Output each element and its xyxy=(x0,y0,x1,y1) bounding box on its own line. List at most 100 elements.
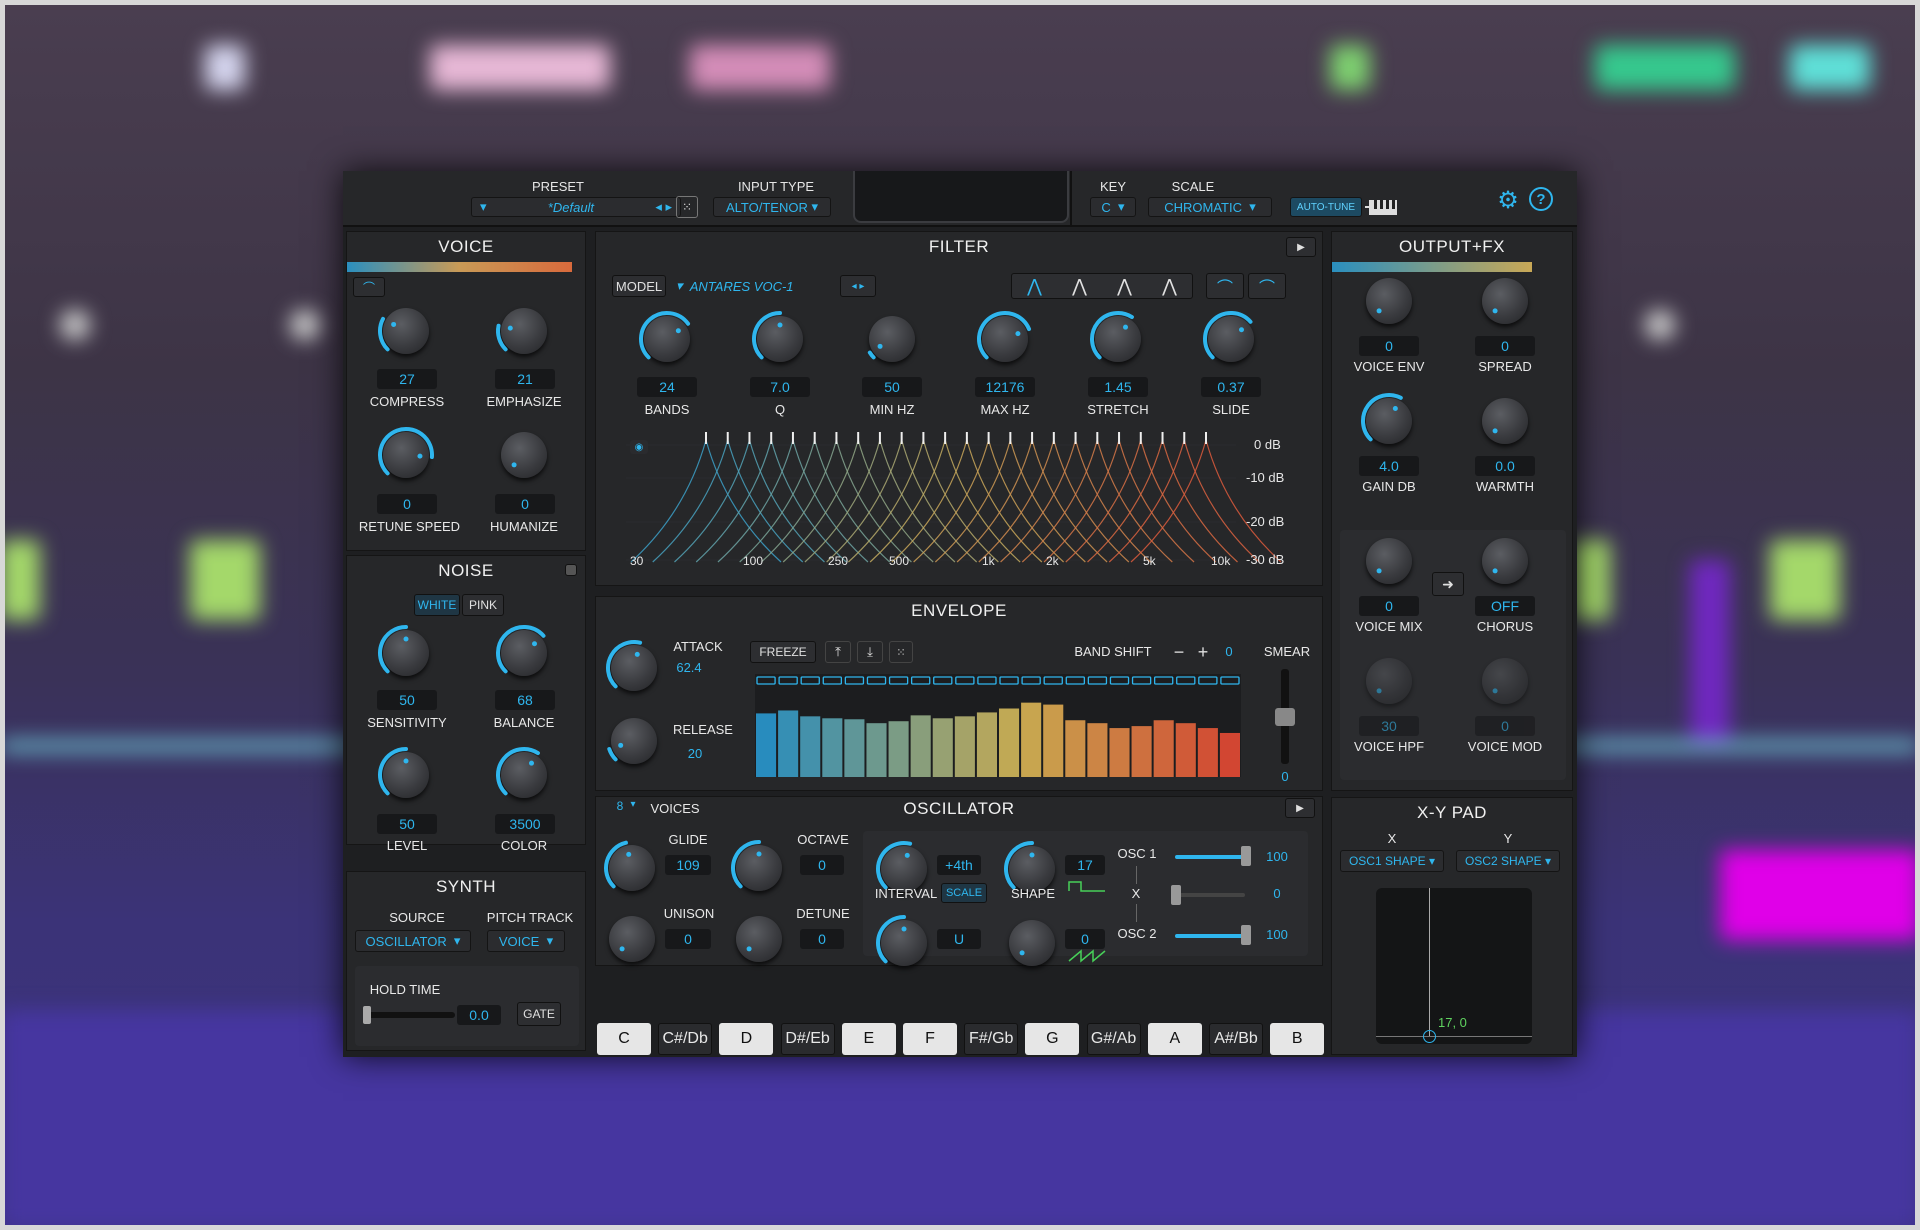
key-e[interactable]: E xyxy=(841,1023,896,1055)
unison-value[interactable]: 0 xyxy=(665,929,711,949)
filter-response-graph[interactable]: ◉ 0 dB -10 dB -20 dB -30 dB 30 100 250 5… xyxy=(626,432,1296,574)
voice-env-value[interactable]: 0 xyxy=(1359,336,1419,356)
balance-value[interactable]: 68 xyxy=(495,690,555,710)
xy-y-dropdown[interactable]: OSC2 SHAPE ▾ xyxy=(1456,850,1560,872)
interval-value[interactable]: +4th xyxy=(937,855,981,875)
interval-knob-2[interactable] xyxy=(875,914,933,972)
key-b[interactable]: B xyxy=(1270,1023,1325,1055)
osc1-value[interactable]: 100 xyxy=(1257,849,1297,864)
min-hz-value[interactable]: 50 xyxy=(862,377,922,397)
hold-time-slider-handle[interactable] xyxy=(363,1006,371,1024)
key-d[interactable]: D xyxy=(719,1023,774,1055)
x-mix-slider[interactable] xyxy=(1171,893,1245,897)
humanize-value[interactable]: 0 xyxy=(495,494,555,514)
attack-knob[interactable] xyxy=(605,639,663,697)
emphasize-knob[interactable] xyxy=(495,302,553,360)
release-value[interactable]: 20 xyxy=(675,746,715,761)
auto-tune-button[interactable]: AUTO-TUNE xyxy=(1290,197,1362,217)
highpass-icon[interactable]: ⌒ xyxy=(1248,273,1286,299)
osc2-value[interactable]: 100 xyxy=(1257,927,1297,942)
freeze-button[interactable]: FREEZE xyxy=(750,641,816,663)
smear-slider-handle[interactable] xyxy=(1275,708,1295,726)
voice-mod-value[interactable]: 0 xyxy=(1475,716,1535,736)
filter-shape-buttons[interactable]: ⋀ ⋀ ⋀ ⋀ xyxy=(1011,273,1193,299)
download-icon[interactable]: ⤓ xyxy=(857,641,883,663)
graph-eye-icon[interactable]: ◉ xyxy=(630,440,648,454)
voice-mix-knob[interactable] xyxy=(1360,532,1418,590)
gain-db-value[interactable]: 4.0 xyxy=(1359,456,1419,476)
color-value[interactable]: 3500 xyxy=(495,814,555,834)
preset-selector[interactable]: ▾ *Default ◂ ▸ xyxy=(471,197,681,217)
detune-knob[interactable] xyxy=(730,910,788,968)
randomize-dice-icon[interactable]: ⁙ xyxy=(676,196,698,218)
key-csharp--db[interactable]: C#/Db xyxy=(658,1023,713,1055)
x-mix-value[interactable]: 0 xyxy=(1257,886,1297,901)
chorus-knob[interactable] xyxy=(1476,532,1534,590)
sensitivity-knob[interactable] xyxy=(377,624,435,682)
sensitivity-value[interactable]: 50 xyxy=(377,690,437,710)
bandpass-wide-icon[interactable]: ⋀ xyxy=(1027,276,1042,297)
help-icon[interactable]: ? xyxy=(1529,187,1553,211)
osc1-slider[interactable] xyxy=(1175,855,1245,859)
key-asharp--bb[interactable]: A#/Bb xyxy=(1209,1023,1263,1055)
q-knob[interactable] xyxy=(751,310,809,368)
color-knob[interactable] xyxy=(495,746,553,804)
band-shift-plus-icon[interactable]: + xyxy=(1193,641,1213,663)
envelope-band-display[interactable] xyxy=(755,674,1241,777)
unison-knob[interactable] xyxy=(603,910,661,968)
smear-value[interactable]: 0 xyxy=(1270,769,1300,784)
osc2-slider-handle[interactable] xyxy=(1241,925,1251,945)
compress-knob[interactable] xyxy=(377,302,435,360)
pitch-track-dropdown[interactable]: VOICE ▾ xyxy=(487,930,565,952)
white-noise-button[interactable]: WHITE xyxy=(414,594,460,616)
slide-value[interactable]: 0.37 xyxy=(1201,377,1261,397)
spread-knob[interactable] xyxy=(1476,272,1534,330)
shape-knob-2[interactable] xyxy=(1003,914,1061,972)
lowpass-icon[interactable]: ⌒ xyxy=(1206,273,1244,299)
xy-pad-area[interactable]: 17, 0 xyxy=(1376,888,1532,1044)
glide-value[interactable]: 109 xyxy=(665,855,711,875)
voice-filter-curve-button[interactable]: ⌒ xyxy=(353,277,385,297)
scale-button[interactable]: SCALE xyxy=(941,883,987,903)
voice-mix-value[interactable]: 0 xyxy=(1359,596,1419,616)
key-c[interactable]: C xyxy=(597,1023,651,1055)
max-hz-knob[interactable] xyxy=(976,310,1034,368)
compress-value[interactable]: 27 xyxy=(377,369,437,389)
bands-value[interactable]: 24 xyxy=(637,377,697,397)
key-dropdown[interactable]: C ▾ xyxy=(1090,197,1136,217)
x-mix-slider-handle[interactable] xyxy=(1171,885,1181,905)
key-gsharp--ab[interactable]: G#/Ab xyxy=(1086,1023,1141,1055)
key-f[interactable]: F xyxy=(903,1023,957,1055)
level-knob[interactable] xyxy=(377,746,435,804)
glide-knob[interactable] xyxy=(603,839,661,897)
key-fsharp--gb[interactable]: F#/Gb xyxy=(964,1023,1019,1055)
spread-value[interactable]: 0 xyxy=(1475,336,1535,356)
hold-time-value[interactable]: 0.0 xyxy=(457,1005,501,1025)
keyboard-icon[interactable] xyxy=(1363,195,1401,219)
stretch-knob[interactable] xyxy=(1089,310,1147,368)
bandpass-sharp-icon[interactable]: ⋀ xyxy=(1162,276,1177,297)
shape-value-2[interactable]: 0 xyxy=(1065,929,1105,949)
release-knob[interactable] xyxy=(605,712,663,770)
octave-knob[interactable] xyxy=(730,839,788,897)
slide-knob[interactable] xyxy=(1202,310,1260,368)
min-hz-knob[interactable] xyxy=(863,310,921,368)
retune-speed-value[interactable]: 0 xyxy=(377,494,437,514)
osc2-slider[interactable] xyxy=(1175,934,1245,938)
settings-gear-icon[interactable]: ⚙ xyxy=(1493,185,1523,215)
xy-x-dropdown[interactable]: OSC1 SHAPE ▾ xyxy=(1340,850,1444,872)
bands-knob[interactable] xyxy=(638,310,696,368)
attack-value[interactable]: 62.4 xyxy=(667,660,711,675)
balance-knob[interactable] xyxy=(495,624,553,682)
preset-prev-next-icon[interactable]: ◂ ▸ xyxy=(655,199,672,215)
key-g[interactable]: G xyxy=(1025,1023,1080,1055)
q-value[interactable]: 7.0 xyxy=(750,377,810,397)
octave-value[interactable]: 0 xyxy=(800,855,844,875)
osc1-slider-handle[interactable] xyxy=(1241,846,1251,866)
key-a[interactable]: A xyxy=(1147,1023,1202,1055)
bandpass-narrow-icon[interactable]: ⋀ xyxy=(1117,276,1132,297)
level-value[interactable]: 50 xyxy=(377,814,437,834)
source-dropdown[interactable]: OSCILLATOR ▾ xyxy=(355,930,471,952)
envelope-dice-icon[interactable]: ⁙ xyxy=(889,641,913,663)
preset-dropdown-icon[interactable]: ▾ xyxy=(480,199,487,215)
